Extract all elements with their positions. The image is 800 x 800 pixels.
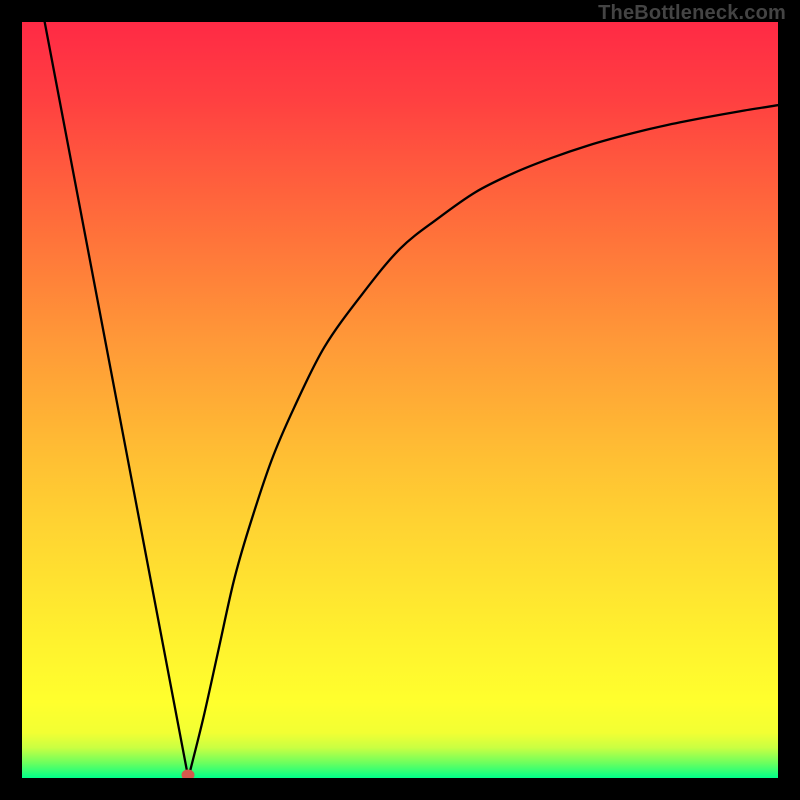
- curve-group: [45, 22, 778, 778]
- chart-svg: [22, 22, 778, 778]
- curve-path: [45, 22, 778, 778]
- minimum-marker: [182, 770, 195, 779]
- plot-area: [22, 22, 778, 778]
- chart-frame: TheBottleneck.com: [0, 0, 800, 800]
